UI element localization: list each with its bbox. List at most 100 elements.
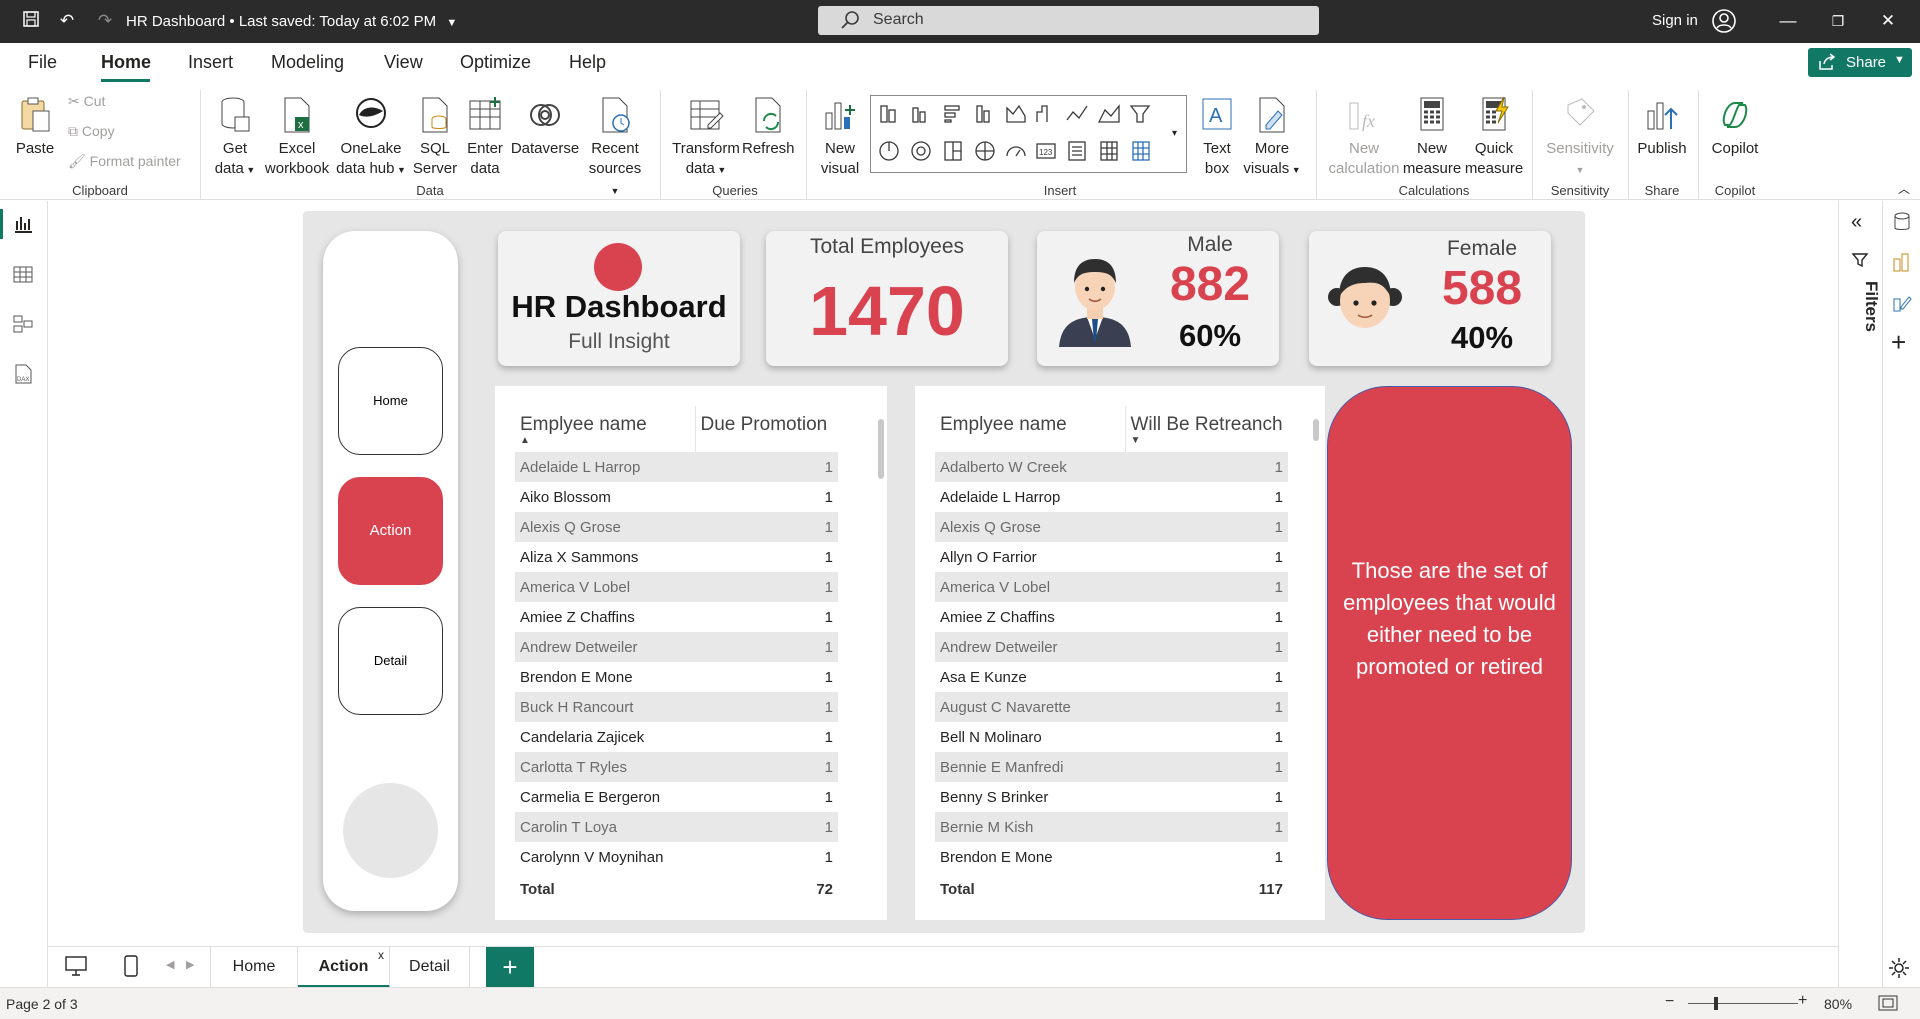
more-visuals-button[interactable]: More visuals ▼ [1242,95,1302,180]
add-pane-icon[interactable]: + [1891,329,1906,355]
copilot-button[interactable]: Copilot [1704,95,1766,159]
new-calculation-button[interactable]: fx New calculation [1326,95,1402,179]
build-visual-icon[interactable] [1891,251,1913,278]
onelake-button[interactable]: OneLake data hub ▼ [333,95,409,180]
menu-modeling[interactable]: Modeling [271,52,344,73]
nav-home-button[interactable]: Home [338,347,443,455]
gallery-expand-icon[interactable]: ▾ [1172,128,1177,139]
recent-sources-button[interactable]: Recent sources ▼ [584,95,646,201]
redo-icon[interactable]: ↷ [94,10,116,32]
table-row[interactable]: Bell N Molinaro 1 [935,722,1288,752]
undo-icon[interactable]: ↶ [56,10,78,32]
enter-data-button[interactable]: Enter data [462,95,508,179]
account-icon[interactable] [1712,9,1736,33]
menu-file[interactable]: File [28,52,57,73]
page-tab-home[interactable]: Home [210,947,298,988]
table-row[interactable]: Andrew Detweiler 1 [515,632,838,662]
previous-page-icon[interactable]: ◀ [166,958,174,971]
page-tab-detail[interactable]: Detail [390,947,470,988]
share-button[interactable]: Share ▼ [1808,48,1912,77]
search-box[interactable]: Search [818,6,1319,35]
save-icon[interactable] [20,10,42,32]
model-view-icon[interactable] [12,313,36,337]
table-row[interactable]: Alexis Q Grose 1 [935,512,1288,542]
table-row[interactable]: Candelaria Zajicek 1 [515,722,838,752]
nav-action-button[interactable]: Action [338,477,443,585]
dataverse-button[interactable]: Dataverse [508,95,582,159]
zoom-level[interactable]: 80% [1824,996,1852,1012]
data-pane-icon[interactable] [1891,211,1913,238]
column-header-will-be-retrench[interactable]: Will Be Retreanch ▼ [1125,406,1288,452]
get-data-button[interactable]: Get data ▼ [210,95,260,180]
table-row[interactable]: Aiko Blossom 1 [515,482,838,512]
zoom-slider-thumb[interactable] [1714,997,1718,1010]
table-row[interactable]: Benny S Brinker 1 [935,782,1288,812]
close-icon[interactable]: ✕ [1877,10,1899,32]
table-row[interactable]: Adalberto W Creek 1 [935,452,1288,482]
scrollbar-thumb[interactable] [1313,419,1319,441]
table-row[interactable]: Carmelia E Bergeron 1 [515,782,838,812]
transform-data-button[interactable]: Transform data ▼ [668,95,744,180]
publish-button[interactable]: Publish [1632,95,1692,159]
table-row[interactable]: Buck H Rancourt 1 [515,692,838,722]
menu-home[interactable]: Home [101,52,151,73]
excel-workbook-button[interactable]: x Excel workbook [262,95,332,179]
collapse-ribbon-icon[interactable]: ︿ [1898,180,1910,197]
expand-filters-icon[interactable]: « [1851,211,1862,234]
quick-measure-button[interactable]: Quick measure [1462,95,1526,179]
add-page-button[interactable]: + [486,947,534,988]
table-view-icon[interactable] [12,263,36,287]
table-row[interactable]: Carlotta T Ryles 1 [515,752,838,782]
column-header-employee-name[interactable]: Emplyee name ▲ [515,406,696,452]
refresh-button[interactable]: Refresh [742,95,795,159]
table-row[interactable]: Carolynn V Moynihan 1 [515,842,838,872]
format-visual-icon[interactable] [1891,291,1913,318]
sql-server-button[interactable]: SQL Server [412,95,458,179]
sensitivity-button[interactable]: Sensitivity ▼ [1538,95,1622,180]
menu-optimize[interactable]: Optimize [460,52,531,73]
mobile-layout-icon[interactable] [124,955,138,982]
menu-view[interactable]: View [384,52,423,73]
report-view-icon[interactable] [12,213,36,237]
new-measure-button[interactable]: New measure [1400,95,1464,179]
table-row[interactable]: Amiee Z Chaffins 1 [935,602,1288,632]
menu-help[interactable]: Help [569,52,606,73]
visualization-gallery[interactable]: 123 [870,95,1187,173]
nav-detail-button[interactable]: Detail [338,607,443,715]
table-row[interactable]: Brendon E Mone 1 [935,842,1288,872]
sign-in-link[interactable]: Sign in [1652,12,1698,29]
filter-icon[interactable] [1851,251,1869,274]
restore-icon[interactable]: ❐ [1827,10,1849,32]
close-tab-icon[interactable]: x [378,935,384,975]
cut-button[interactable]: ✂ Cut [68,93,105,110]
document-title[interactable]: HR Dashboard • Last saved: Today at 6:02… [126,13,457,30]
scrollbar-thumb[interactable] [878,419,884,479]
table-row[interactable]: America V Lobel 1 [515,572,838,602]
table-row[interactable]: America V Lobel 1 [935,572,1288,602]
table-row[interactable]: Aliza X Sammons 1 [515,542,838,572]
new-visual-button[interactable]: New visual [816,95,864,179]
menu-insert[interactable]: Insert [188,52,233,73]
table-row[interactable]: Andrew Detweiler 1 [935,632,1288,662]
next-page-icon[interactable]: ▶ [186,958,194,971]
fit-to-page-icon[interactable] [1878,995,1898,1014]
copy-button[interactable]: ⧉ Copy [68,123,115,140]
page-tab-action[interactable]: Action x [298,947,390,988]
table-row[interactable]: Alexis Q Grose 1 [515,512,838,542]
table-row[interactable]: Brendon E Mone 1 [515,662,838,692]
table-row[interactable]: Amiee Z Chaffins 1 [515,602,838,632]
table-row[interactable]: Carolin T Loya 1 [515,812,838,842]
column-header-due-promotion[interactable]: Due Promotion [695,406,838,452]
table-row[interactable]: Bennie E Manfredi 1 [935,752,1288,782]
table-row[interactable]: August C Navarette 1 [935,692,1288,722]
text-box-button[interactable]: A Text box [1194,95,1240,179]
table-row[interactable]: Adelaide L Harrop 1 [935,482,1288,512]
table-row[interactable]: Adelaide L Harrop 1 [515,452,838,482]
filters-label[interactable]: Filters [1841,281,1881,332]
minimize-icon[interactable]: — [1777,10,1799,32]
zoom-slider-track[interactable] [1688,1003,1798,1004]
format-painter-button[interactable]: 🖌 Format painter [68,153,181,170]
table-row[interactable]: Allyn O Farrior 1 [935,542,1288,572]
zoom-in-icon[interactable]: + [1798,992,1807,1010]
column-header-employee-name[interactable]: Emplyee name [935,406,1126,452]
